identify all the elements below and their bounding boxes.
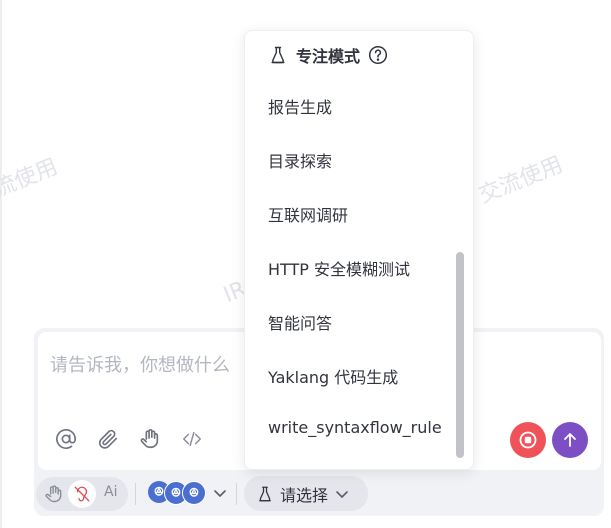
watermark-left: 流使用 (0, 154, 62, 203)
bottom-divider (135, 483, 136, 505)
left-panel-border (0, 0, 2, 528)
watermark-right: 交流使用 (475, 152, 567, 209)
hand-mode-icon[interactable] (44, 484, 64, 508)
at-icon[interactable] (54, 427, 78, 451)
paperclip-icon[interactable] (96, 427, 120, 451)
code-icon[interactable] (180, 427, 204, 451)
robot-icon: ꔮ (182, 481, 206, 505)
model-selector[interactable]: ꔮ ꔮ ꔮ (148, 481, 228, 505)
ai-toggle[interactable]: Ai (104, 484, 117, 500)
focus-mode-select[interactable]: 请选择 (244, 476, 368, 511)
flask-icon (256, 485, 274, 503)
chevron-down-icon (214, 490, 226, 497)
chat-input-placeholder[interactable]: 请告诉我，你想做什么 (50, 351, 230, 377)
dropdown-item[interactable]: HTTP 安全模糊测试 (268, 256, 410, 280)
focus-mode-select-label: 请选择 (280, 485, 329, 505)
dropdown-title: 专注模式 (296, 47, 361, 66)
send-button[interactable] (552, 422, 588, 458)
dropdown-item[interactable]: 互联网调研 (268, 202, 348, 226)
stop-button[interactable] (510, 422, 546, 458)
dropdown-item[interactable]: write_syntaxflow_rule (268, 418, 442, 437)
dropdown-item[interactable]: 报告生成 (268, 94, 332, 118)
bottom-divider (236, 483, 237, 505)
chevron-down-icon (334, 486, 350, 502)
dropdown-scrollbar[interactable] (456, 252, 464, 458)
help-icon[interactable] (368, 45, 388, 65)
ear-off-toggle[interactable] (68, 480, 96, 508)
ear-off-icon (74, 486, 90, 502)
dropdown-item[interactable]: 目录探索 (268, 148, 332, 172)
dropdown-item[interactable]: 智能问答 (268, 310, 332, 334)
dropdown-header: 专注模式 (268, 43, 388, 67)
flask-icon (268, 45, 288, 65)
hand-icon[interactable] (138, 427, 162, 451)
dropdown-item[interactable]: Yaklang 代码生成 (268, 364, 398, 388)
